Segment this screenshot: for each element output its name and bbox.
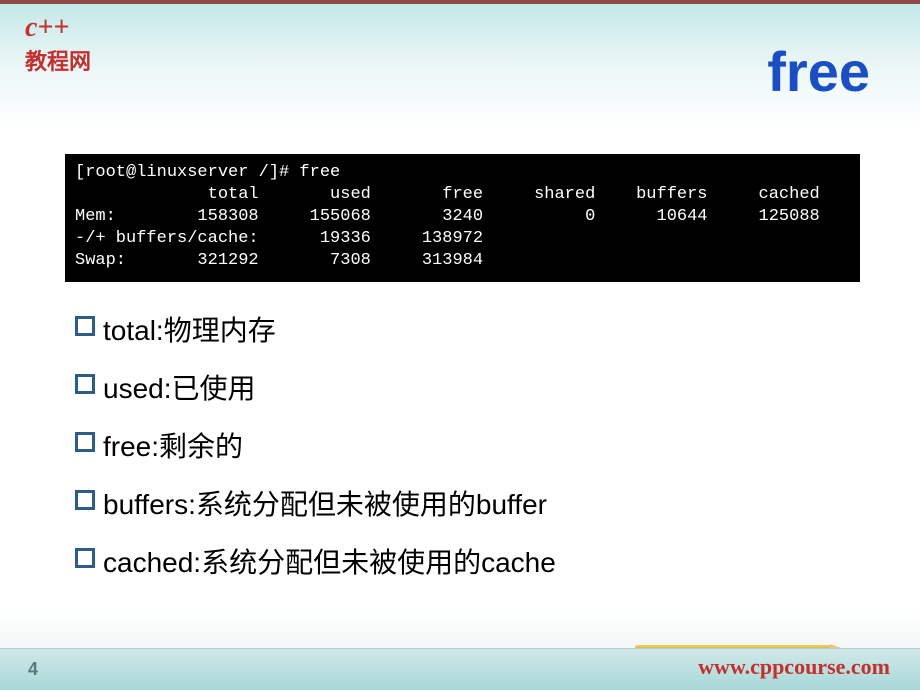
terminal-buffers-cache-row: -/+ buffers/cache: 19336 138972 (75, 229, 483, 248)
bullet-icon (75, 490, 95, 510)
bullet-icon (75, 548, 95, 568)
terminal-swap-row: Swap: 321292 7308 313984 (75, 251, 483, 270)
page-number: 4 (28, 659, 38, 680)
list-item: total:物理内存 (75, 309, 556, 349)
list-item: buffers:系统分配但未被使用的buffer (75, 483, 556, 523)
terminal-header: total used free shared buffers cached (75, 185, 820, 204)
list-item: cached:系统分配但未被使用的cache (75, 541, 556, 581)
footer-url: www.cppcourse.com (698, 654, 890, 680)
bullet-icon (75, 316, 95, 336)
bullet-text: free:剩余的 (103, 425, 243, 465)
bullet-text: cached:系统分配但未被使用的cache (103, 541, 556, 581)
bullet-icon (75, 432, 95, 452)
bullet-list: total:物理内存 used:已使用 free:剩余的 buffers:系统分… (75, 309, 556, 599)
list-item: free:剩余的 (75, 425, 556, 465)
terminal-output: [root@linuxserver /]# free total used fr… (65, 154, 860, 282)
logo-cpp: c++ (25, 12, 69, 43)
page-title: free (767, 39, 870, 104)
logo-tagline: 教程网 (25, 44, 91, 76)
list-item: used:已使用 (75, 367, 556, 407)
slide-container: c++ 教程网 free [root@linuxserver /]# free … (0, 0, 920, 690)
bullet-text: used:已使用 (103, 367, 256, 407)
bullet-text: buffers:系统分配但未被使用的buffer (103, 483, 547, 523)
terminal-mem-row: Mem: 158308 155068 3240 0 10644 125088 (75, 207, 820, 226)
bullet-text: total:物理内存 (103, 309, 276, 349)
bullet-icon (75, 374, 95, 394)
logo: c++ 教程网 (25, 12, 91, 76)
terminal-prompt: [root@linuxserver /]# free (75, 163, 340, 182)
